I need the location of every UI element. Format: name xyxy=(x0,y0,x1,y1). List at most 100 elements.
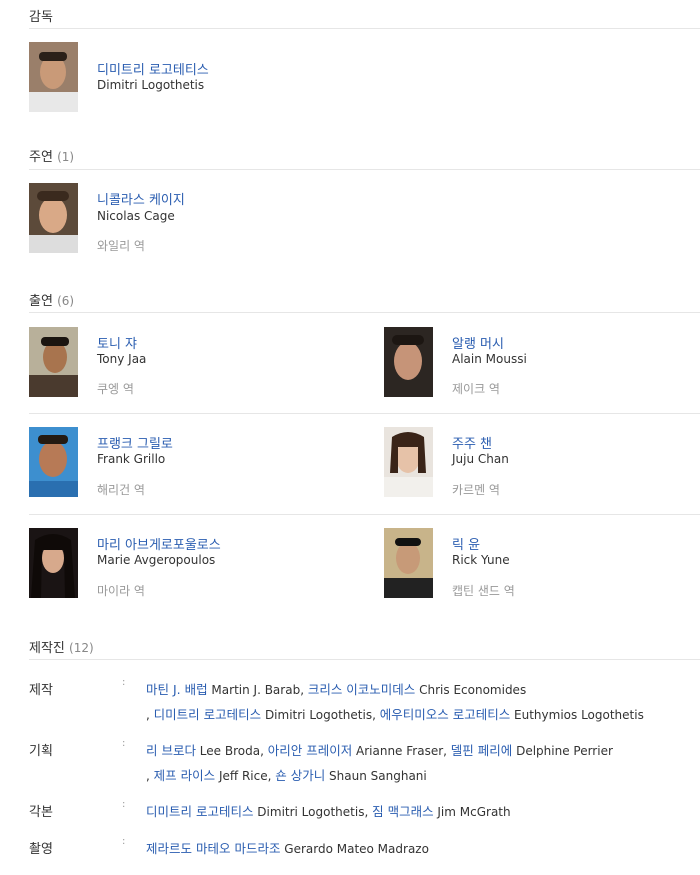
cast-card[interactable]: 릭 윤 Rick Yune 캡틴 샌드 역 xyxy=(384,528,700,600)
crew-colon: : xyxy=(122,799,126,810)
crew-role-label: 제작 xyxy=(29,683,53,698)
cast-card[interactable]: 마리 아브게로포울로스 Marie Avgeropoulos 마이라 역 xyxy=(29,528,359,600)
cast-card[interactable]: 주주 챈 Juju Chan 카르멘 역 xyxy=(384,427,700,499)
divider xyxy=(29,28,700,29)
separator: , xyxy=(372,708,380,722)
cast-card[interactable]: 알랭 머시 Alain Moussi 제이크 역 xyxy=(384,327,700,399)
cast-photo[interactable] xyxy=(384,427,433,497)
cast-name-ko[interactable]: 알랭 머시 xyxy=(452,333,504,352)
director-name-ko[interactable]: 디미트리 로고테티스 xyxy=(97,59,209,78)
cast-name-ko[interactable]: 토니 쟈 xyxy=(97,333,137,352)
crew-line: 리 브로다 Lee Broda, 아리안 프레이저 Arianne Fraser… xyxy=(146,740,613,759)
cast-role: 카르멘 역 xyxy=(452,483,500,497)
cast-photo[interactable] xyxy=(384,528,433,598)
cast-name-ko[interactable]: 릭 윤 xyxy=(452,534,480,553)
cast-photo[interactable] xyxy=(29,327,78,397)
cast-photo[interactable] xyxy=(29,427,78,497)
crew-line: , 제프 라이스 Jeff Rice, 숀 상가니 Shaun Sanghani xyxy=(146,765,427,784)
separator: , xyxy=(260,744,268,758)
section-cast-heading: 출연 (6) xyxy=(29,290,74,309)
separator: , xyxy=(300,683,308,697)
crew-member-name-en: Dimitri Logothetis xyxy=(253,805,365,819)
section-lead-heading: 주연 (1) xyxy=(29,146,74,165)
cast-count: (6) xyxy=(57,294,75,308)
crew-member-link[interactable]: 짐 맥그래스 xyxy=(372,804,433,819)
separator: , xyxy=(146,769,154,783)
crew-line: 제라르도 마테오 마드라조 Gerardo Mateo Madrazo xyxy=(146,838,429,857)
divider xyxy=(29,169,700,170)
crew-member-link[interactable]: 리 브로다 xyxy=(146,743,196,758)
section-director-heading: 감독 xyxy=(29,6,53,25)
cast-name-ko[interactable]: 마리 아브게로포울로스 xyxy=(97,534,221,553)
crew-member-link[interactable]: 마틴 J. 배럽 xyxy=(146,682,208,697)
cast-name-en: Frank Grillo xyxy=(97,452,166,466)
crew-member-name-en: Dimitri Logothetis xyxy=(261,708,373,722)
crew-member-name-en: Jeff Rice xyxy=(215,769,268,783)
crew-member-link[interactable]: 크리스 이코노미데스 xyxy=(308,682,415,697)
lead-name-ko[interactable]: 니콜라스 케이지 xyxy=(97,189,185,208)
crew-role-label: 기획 xyxy=(29,744,53,759)
director-name-en: Dimitri Logothetis xyxy=(97,78,205,92)
lead-name-en: Nicolas Cage xyxy=(97,209,175,223)
cast-name-en: Juju Chan xyxy=(452,452,509,466)
separator: , xyxy=(146,708,154,722)
crew-member-link[interactable]: 제라르도 마테오 마드라조 xyxy=(146,841,280,856)
crew-member-name-en: Martin J. Barab xyxy=(207,683,301,697)
crew-colon: : xyxy=(122,836,126,847)
crew-member-name-en: Delphine Perrier xyxy=(512,744,613,758)
cast-name-en: Marie Avgeropoulos xyxy=(97,553,216,567)
crew-role-label: 촬영 xyxy=(29,842,53,857)
cast-name-ko[interactable]: 프랭크 그릴로 xyxy=(97,433,173,452)
crew-line: 마틴 J. 배럽 Martin J. Barab, 크리스 이코노미데스 Chr… xyxy=(146,679,526,698)
cast-name-en: Tony Jaa xyxy=(97,352,147,366)
cast-role: 쿠엥 역 xyxy=(97,382,134,396)
crew-member-name-en: Gerardo Mateo Madrazo xyxy=(280,842,429,856)
crew-member-link[interactable]: 숀 상가니 xyxy=(275,768,325,783)
lead-role: 와일리 역 xyxy=(97,239,145,253)
crew-member-name-en: Chris Economides xyxy=(415,683,527,697)
director-photo[interactable] xyxy=(29,42,78,112)
cast-role: 캡틴 샌드 역 xyxy=(452,584,515,598)
crew-count: (12) xyxy=(69,641,94,655)
heading-text: 출연 xyxy=(29,294,53,309)
crew-member-link[interactable]: 디미트리 로고테티스 xyxy=(154,707,261,722)
crew-member-name-en: Euthymios Logothetis xyxy=(510,708,644,722)
cast-photo[interactable] xyxy=(384,327,433,397)
crew-role-label: 각본 xyxy=(29,805,53,820)
crew-member-link[interactable]: 디미트리 로고테티스 xyxy=(146,804,253,819)
crew-member-name-en: Shaun Sanghani xyxy=(325,769,427,783)
cast-name-en: Alain Moussi xyxy=(452,352,527,366)
lead-count: (1) xyxy=(57,150,75,164)
divider xyxy=(29,514,700,515)
crew-line: , 디미트리 로고테티스 Dimitri Logothetis, 에우티미오스 … xyxy=(146,704,644,723)
director-card[interactable]: 디미트리 로고테티스 Dimitri Logothetis xyxy=(29,42,359,114)
crew-member-link[interactable]: 에우티미오스 로고테티스 xyxy=(380,707,510,722)
crew-member-name-en: Lee Broda xyxy=(195,744,261,758)
cast-name-en: Rick Yune xyxy=(452,553,510,567)
heading-text: 제작진 xyxy=(29,641,65,656)
divider xyxy=(29,413,700,414)
cast-role: 마이라 역 xyxy=(97,584,145,598)
cast-card[interactable]: 프랭크 그릴로 Frank Grillo 해리건 역 xyxy=(29,427,359,499)
crew-colon: : xyxy=(122,677,126,688)
divider xyxy=(29,659,700,660)
cast-card[interactable]: 토니 쟈 Tony Jaa 쿠엥 역 xyxy=(29,327,359,399)
lead-photo[interactable] xyxy=(29,183,78,253)
cast-role: 해리건 역 xyxy=(97,483,145,497)
crew-colon: : xyxy=(122,738,126,749)
divider xyxy=(29,312,700,313)
cast-name-ko[interactable]: 주주 챈 xyxy=(452,433,492,452)
crew-member-name-en: Arianne Fraser xyxy=(352,744,444,758)
crew-member-link[interactable]: 델핀 페리에 xyxy=(451,743,512,758)
heading-text: 주연 xyxy=(29,150,53,165)
crew-member-link[interactable]: 아리안 프레이저 xyxy=(268,743,352,758)
separator: , xyxy=(364,805,373,819)
separator: , xyxy=(443,744,451,758)
cast-photo[interactable] xyxy=(29,528,78,598)
lead-card[interactable]: 니콜라스 케이지 Nicolas Cage 와일리 역 xyxy=(29,183,359,255)
crew-member-link[interactable]: 제프 라이스 xyxy=(154,768,215,783)
crew-line: 디미트리 로고테티스 Dimitri Logothetis, 짐 맥그래스 Ji… xyxy=(146,801,511,820)
crew-member-name-en: Jim McGrath xyxy=(433,805,511,819)
cast-role: 제이크 역 xyxy=(452,382,500,396)
heading-text: 감독 xyxy=(29,10,53,25)
